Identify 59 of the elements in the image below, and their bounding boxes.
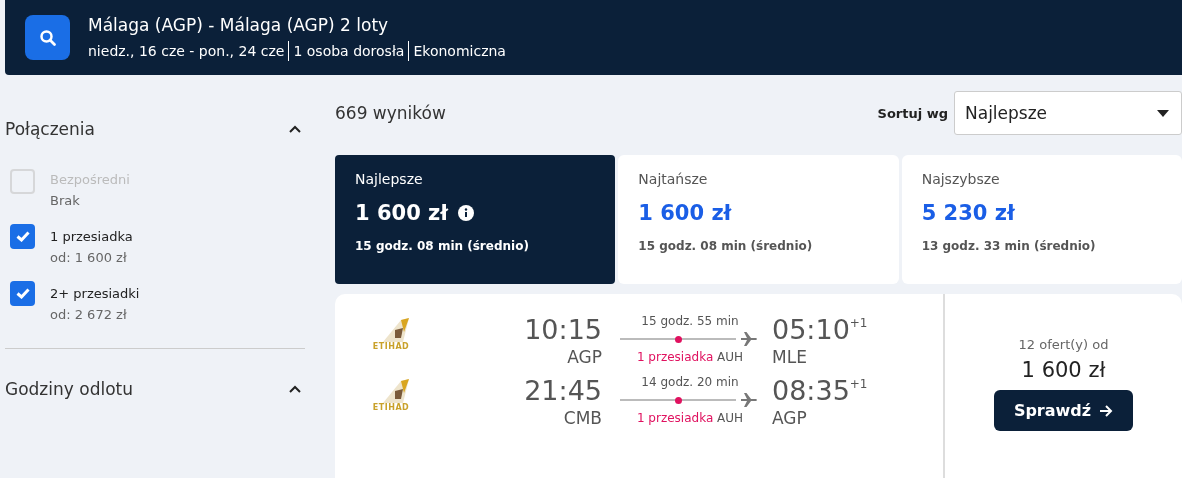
arrow-right-icon [1099, 404, 1114, 417]
chevron-icon[interactable] [289, 125, 301, 133]
trip-detail: niedz., 16 cze - pon., 24 cze [88, 41, 286, 61]
filter-option-label: 1 przesiadka [50, 229, 133, 244]
plane-icon [740, 392, 758, 408]
filter-option-label: 2+ przesiadki [50, 286, 140, 301]
filter-option-price: Brak [50, 193, 81, 208]
stops-info: 1 przesiadka AUH [636, 411, 744, 425]
departure-airport: AGP [567, 347, 602, 367]
info-icon[interactable] [458, 205, 475, 221]
tab-price: 1 600 zł [355, 201, 449, 225]
route-title: Málaga (AGP) - Málaga (AGP) 2 loty [88, 14, 390, 35]
sort-tab[interactable]: Najlepsze 1 600 zł 15 godz. 08 min (średnio) [335, 155, 616, 284]
filter-heading: Połączenia [5, 119, 95, 139]
tab-duration: 15 godz. 08 min (średnio) [355, 239, 530, 253]
check-icon [15, 288, 30, 299]
arrival-airport: AGP [772, 408, 808, 428]
chevron-icon[interactable] [289, 385, 301, 393]
check-icon [15, 231, 30, 242]
arrival-time: 08:35 [772, 375, 850, 406]
arrival-airport: MLE [772, 347, 808, 367]
tab-duration: 13 godz. 33 min (średnio) [921, 239, 1097, 253]
trip-detail: 1 osoba dorosła [288, 40, 409, 61]
airline-logo-text: ETIHAD [372, 342, 410, 351]
sort-tab[interactable]: Najtańsze 1 600 zł 15 godz. 08 min (średnio) [618, 155, 899, 284]
filter-option-label: Bezpośredni [50, 172, 130, 187]
day-offset: +1 [849, 316, 868, 330]
search-icon [38, 28, 57, 47]
flight-duration: 15 godz. 55 min [641, 314, 739, 328]
airline-logo-text: ETIHAD [372, 403, 410, 412]
filter-heading: Godziny odlotu [5, 379, 133, 399]
departure-time: 21:45 [524, 375, 602, 406]
stops-info: 1 przesiadka AUH [636, 350, 744, 364]
tab-price: 1 600 zł [638, 201, 732, 225]
trip-detail: Ekonomiczna [408, 40, 510, 61]
departure-airport: CMB [563, 408, 602, 428]
filter-option-price: od: 2 672 zł [50, 307, 128, 322]
departure-time: 10:15 [524, 314, 602, 345]
filter-option-price: od: 1 600 zł [50, 250, 128, 265]
sort-label: Sortuj wg [877, 105, 948, 121]
results-count: 669 wyników [335, 103, 446, 123]
tab-price: 5 230 zł [921, 201, 1015, 225]
offers-count: 12 ofert(y) od [1018, 337, 1109, 352]
check-button[interactable]: Sprawdź [993, 390, 1134, 431]
dropdown-caret-icon [1157, 109, 1169, 117]
search-button[interactable] [25, 15, 70, 60]
result-price: 1 600 zł [1021, 358, 1106, 382]
tab-label: Najszybsze [921, 171, 1001, 187]
day-offset: +1 [849, 377, 868, 391]
checkbox[interactable] [10, 224, 35, 249]
tab-label: Najlepsze [355, 171, 424, 187]
arrival-time: 05:10 [772, 314, 850, 345]
checkbox[interactable] [10, 281, 35, 306]
plane-icon [740, 331, 758, 347]
sort-tab[interactable]: Najszybsze 5 230 zł 13 godz. 33 min (średnio) [901, 155, 1182, 284]
sort-dropdown[interactable]: Najlepsze [954, 91, 1182, 135]
tab-duration: 15 godz. 08 min (średnio) [638, 239, 814, 253]
flight-duration: 14 godz. 20 min [641, 375, 739, 389]
tab-label: Najtańsze [638, 171, 709, 187]
